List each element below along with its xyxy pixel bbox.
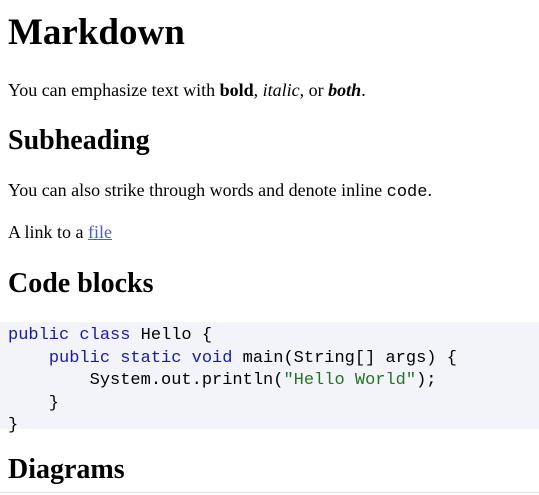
link-prefix: A link to a bbox=[8, 222, 88, 242]
diagrams-heading: Diagrams bbox=[8, 454, 125, 485]
italic-text: italic bbox=[262, 80, 300, 100]
file-link[interactable]: file bbox=[88, 222, 112, 242]
subheading: Subheading bbox=[8, 125, 150, 156]
code-line5: } bbox=[8, 416, 19, 436]
code-line1-keywords: public class bbox=[8, 326, 131, 345]
emphasis-sep-1: , bbox=[253, 80, 263, 100]
link-paragraph: A link to a file bbox=[8, 221, 112, 243]
code-line3-string: "Hello World" bbox=[283, 371, 417, 391]
code-line1-rest: Hello { bbox=[130, 326, 213, 345]
code-line3-pre: System.out.println( bbox=[8, 371, 284, 391]
code-blocks-heading: Code blocks bbox=[8, 268, 154, 299]
code-line4: } bbox=[8, 393, 60, 413]
emphasis-paragraph: You can emphasize text with bold, italic… bbox=[8, 79, 366, 101]
code-line3-post: ); bbox=[416, 371, 437, 391]
emphasis-sep-2: , or bbox=[299, 80, 329, 100]
divider bbox=[0, 492, 539, 493]
strike-prefix: You can also strike through words and de… bbox=[8, 180, 387, 200]
emphasis-suffix: . bbox=[361, 80, 366, 100]
bold-text: bold bbox=[219, 80, 254, 100]
inline-code: code bbox=[386, 183, 428, 202]
code-line2-rest: main(String[] args) { bbox=[232, 348, 457, 368]
emphasis-prefix: You can emphasize text with bbox=[8, 80, 220, 100]
strike-suffix: . bbox=[427, 180, 432, 200]
code-line2-indent bbox=[8, 349, 49, 368]
bold-italic-text: both bbox=[328, 80, 362, 100]
strike-paragraph: You can also strike through words and de… bbox=[8, 179, 432, 204]
code-block: public class Hello { public static void … bbox=[0, 322, 539, 435]
code-line2-keywords: public static void bbox=[48, 348, 233, 368]
page-title: Markdown bbox=[8, 12, 185, 53]
